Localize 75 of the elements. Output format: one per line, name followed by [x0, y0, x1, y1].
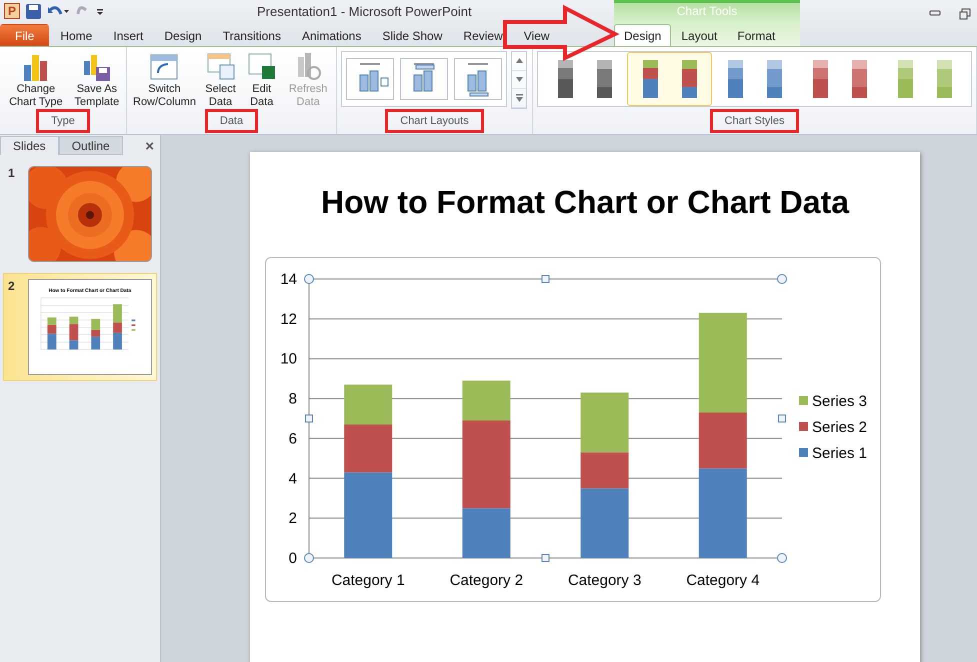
- ribbon-button[interactable]: Save As Template: [72, 51, 122, 109]
- style-preview-icon: [642, 60, 658, 98]
- ribbon-tab[interactable]: Slide Show: [372, 24, 452, 46]
- legend-label: Series 3: [812, 393, 867, 410]
- chart-style-option[interactable]: [627, 52, 712, 106]
- ribbon-tab[interactable]: Design: [614, 24, 672, 46]
- ribbon-tab[interactable]: Insert: [103, 24, 154, 46]
- category-label: Category 3: [567, 572, 641, 589]
- style-preview-icon: [812, 60, 828, 98]
- ribbon-tab[interactable]: Transitions: [212, 24, 291, 46]
- ribbon-tab[interactable]: Layout: [671, 24, 728, 46]
- resize-handle[interactable]: [304, 553, 314, 563]
- app-logo: P: [4, 3, 20, 20]
- file-tab[interactable]: File: [0, 24, 50, 46]
- scroll-down-icon[interactable]: [516, 77, 522, 82]
- ribbon-tab[interactable]: Format: [727, 24, 786, 46]
- category-label: Category 4: [686, 572, 760, 589]
- resize-handle[interactable]: [778, 414, 786, 422]
- style-preview-icon: [852, 60, 866, 98]
- style-preview-icon: [766, 60, 782, 98]
- group-label: Data: [204, 109, 258, 133]
- save-icon[interactable]: [26, 4, 41, 19]
- axis-label: 0: [288, 550, 296, 567]
- legend-swatch: [798, 396, 808, 405]
- axis-label: 6: [288, 430, 296, 448]
- ribbon-tab[interactable]: Animations: [292, 24, 372, 46]
- category-label: Category 2: [449, 572, 523, 589]
- slide-number: 1: [8, 166, 16, 182]
- window-title: Presentation1 - Microsoft PowerPoint: [257, 4, 472, 19]
- group-label: Chart Styles: [710, 109, 800, 133]
- axis-label: 14: [280, 271, 296, 288]
- style-preview-icon: [936, 60, 952, 98]
- scroll-up-icon[interactable]: [516, 58, 522, 64]
- legend-label: Series 1: [812, 445, 867, 462]
- resize-handle[interactable]: [304, 274, 314, 284]
- axis-label: 10: [280, 350, 296, 368]
- ribbon-tab[interactable]: View: [514, 24, 560, 46]
- style-preview-icon: [682, 60, 696, 98]
- resize-handle[interactable]: [541, 275, 549, 283]
- ribbon-button[interactable]: Switch Row/Column: [131, 51, 198, 109]
- ribbon-button[interactable]: Select Data: [202, 51, 240, 109]
- bar: [344, 384, 392, 424]
- ribbon-tab[interactable]: Home: [50, 24, 102, 46]
- slide-number: 2: [8, 279, 16, 295]
- style-preview-icon: [558, 60, 572, 98]
- panel-tab[interactable]: Outline: [58, 136, 123, 155]
- axis-label: 8: [288, 390, 296, 408]
- ribbon-button[interactable]: Change Chart Type: [4, 51, 68, 109]
- close-button[interactable]: ×: [139, 138, 160, 155]
- legend-swatch: [798, 422, 808, 431]
- ribbon-button[interactable]: Edit Data: [243, 51, 280, 109]
- legend-swatch: [798, 448, 808, 457]
- axis-label: 12: [280, 310, 296, 328]
- style-preview-icon: [728, 60, 742, 98]
- chart-frame[interactable]: 0 2 4 6 8 10 12 14 Category 1 Category 2 Category 3 Category 4 Series 3 Series 2 Series 1: [264, 257, 880, 602]
- ribbon-tab[interactable]: Review: [453, 24, 513, 46]
- restore-icon[interactable]: [959, 8, 971, 20]
- minimize-icon[interactable]: [929, 8, 941, 16]
- axis-label: 4: [288, 470, 296, 488]
- resize-handle[interactable]: [776, 553, 786, 563]
- resize-handle[interactable]: [304, 414, 312, 422]
- ribbon-tab[interactable]: Design: [154, 24, 212, 46]
- resize-handle[interactable]: [776, 274, 786, 284]
- resize-handle[interactable]: [541, 554, 549, 562]
- axis-label: 2: [288, 510, 296, 528]
- category-label: Category 1: [330, 572, 404, 589]
- group-label: Chart Layouts: [385, 109, 484, 133]
- panel-tab[interactable]: Slides: [0, 136, 59, 155]
- context-tab-header: Chart Tools: [614, 0, 800, 23]
- style-preview-icon: [898, 60, 912, 98]
- more-icon[interactable]: [516, 94, 522, 102]
- legend-label: Series 2: [812, 419, 867, 436]
- style-preview-icon: [596, 60, 612, 98]
- slide-title: How to Format Chart or Chart Data: [320, 184, 850, 221]
- group-label: Type: [36, 109, 90, 133]
